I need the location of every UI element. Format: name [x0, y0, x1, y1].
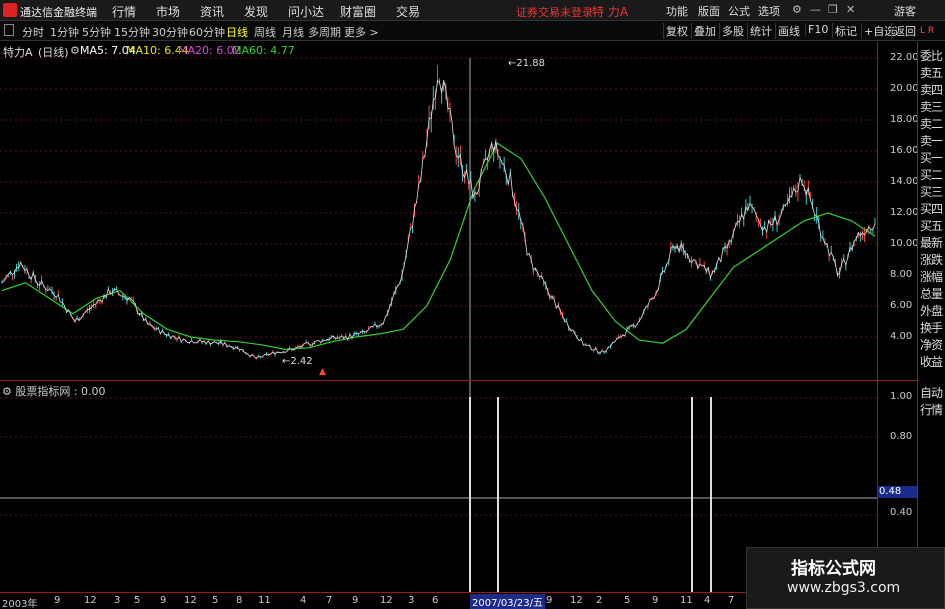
quote-label: 净资	[920, 338, 943, 352]
panel-header-icon: L R	[920, 26, 935, 36]
price-tick: 8.00	[890, 269, 913, 280]
quote-label: 卖三	[920, 100, 943, 114]
time-tick: 12	[380, 595, 393, 606]
time-tick: 11	[680, 595, 693, 606]
quote-label: 涨跌	[920, 253, 943, 267]
time-tick: 4	[704, 595, 711, 606]
quote-label: 卖五	[920, 66, 943, 80]
auto-quote-button-2[interactable]: 行情	[920, 401, 943, 418]
quote-label: 买二	[920, 168, 943, 182]
quote-label: 外盘	[920, 304, 943, 318]
quote-label: 卖一	[920, 134, 943, 148]
quote-label: 涨幅	[920, 270, 943, 284]
time-tick: 9	[652, 595, 659, 606]
indicator-name: 股票指标网 : 0.00	[15, 385, 106, 398]
time-tick: 11	[258, 595, 271, 606]
time-tick: 5	[212, 595, 219, 606]
price-tick: 14.00	[890, 176, 919, 187]
price-axis: 22.00 20.00 18.00 16.00 14.00 12.00 10.0…	[877, 42, 919, 380]
time-tick: 7	[326, 595, 333, 606]
low-label: 2.42	[290, 356, 313, 367]
time-tick: 5	[134, 595, 141, 606]
time-tick: 8	[236, 595, 243, 606]
quote-label: 买一	[920, 151, 943, 165]
price-tick: 16.00	[890, 145, 919, 156]
watermark-title: 指标公式网	[791, 559, 876, 579]
quote-label: 总量	[920, 287, 943, 301]
high-label: 21.88	[516, 58, 546, 69]
bs-marker-icon: ▲	[319, 367, 326, 377]
time-tick: 9	[352, 595, 359, 606]
indicator-settings-icon[interactable]: ⚙	[2, 385, 15, 398]
indicator-tick: 0.80	[890, 431, 913, 442]
price-tick: 18.00	[890, 114, 919, 125]
indicator-current-value: 0.48	[877, 486, 917, 498]
quote-label: 换手	[920, 321, 943, 335]
quote-label: 最新	[920, 236, 943, 250]
quote-label: 买三	[920, 185, 943, 199]
tool-back[interactable]: 返回	[891, 23, 918, 39]
time-tick: 12	[570, 595, 583, 606]
auto-quote-button[interactable]: 自动	[920, 384, 943, 401]
indicator-tick: 1.00	[890, 391, 913, 402]
time-tick: 4	[300, 595, 307, 606]
time-tick: 5	[624, 595, 631, 606]
quote-label: 买四	[920, 202, 943, 216]
ma60-line	[1, 142, 876, 351]
time-tick: 3	[408, 595, 415, 606]
time-tick: 3	[114, 595, 121, 606]
low-marker: ←2.42	[282, 356, 313, 367]
time-tick: 2	[596, 595, 603, 606]
quote-label: 卖二	[920, 117, 943, 131]
quote-label: 卖四	[920, 83, 943, 97]
time-tick: 12	[84, 595, 97, 606]
indicator-label: ⚙ 股票指标网 : 0.00	[2, 383, 106, 399]
price-tick: 6.00	[890, 300, 913, 311]
price-tick: 22.00	[890, 52, 919, 63]
indicator-tick: 0.40	[890, 507, 913, 518]
time-tick: 9	[54, 595, 61, 606]
watermark: 指标公式网 www.zbgs3.com	[746, 547, 945, 609]
price-tick: 4.00	[890, 331, 913, 342]
panel-divider	[0, 380, 917, 381]
price-tick: 12.00	[890, 207, 919, 218]
time-tick: 9	[546, 595, 553, 606]
watermark-url: www.zbgs3.com	[787, 580, 901, 596]
price-tick: 20.00	[890, 83, 919, 94]
quote-label: 委比	[920, 49, 943, 63]
price-tick: 10.00	[890, 238, 919, 249]
time-tick: 12	[184, 595, 197, 606]
high-marker: ←21.88	[508, 58, 546, 69]
time-cursor-label: 2007/03/23/五	[470, 594, 546, 609]
time-tick: 9	[160, 595, 167, 606]
quote-panel: L R 委比 卖五 卖四 卖三 卖二 卖一 买一 买二 买三 买四 买五 最新 …	[917, 26, 945, 609]
quote-label: 收益	[920, 355, 943, 369]
price-chart[interactable]	[0, 0, 877, 593]
quote-label: 买五	[920, 219, 943, 233]
time-tick: 7	[728, 595, 735, 606]
time-tick: 2003年	[2, 599, 38, 609]
time-tick: 6	[432, 595, 439, 606]
user-label[interactable]: 游客	[894, 3, 916, 19]
